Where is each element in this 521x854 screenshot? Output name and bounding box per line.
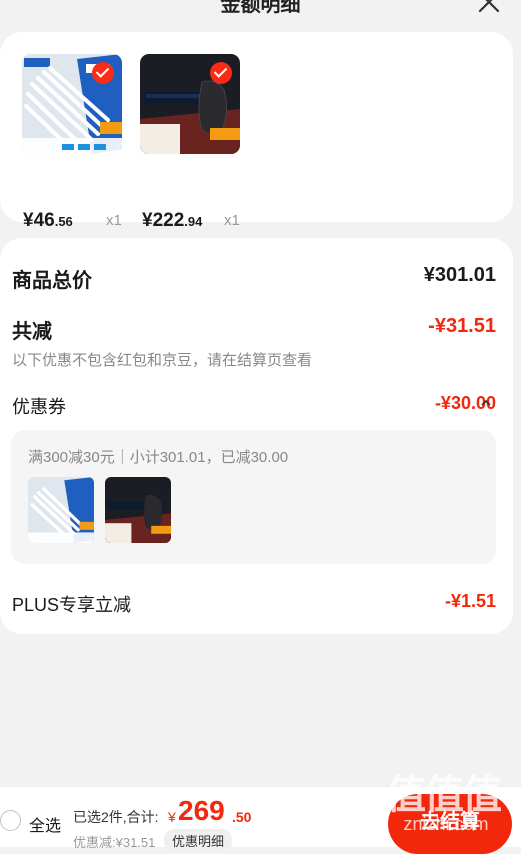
selected-count-text: 已选2件,合计: (73, 809, 159, 825)
discount-detail-button[interactable]: 优惠明细 (164, 829, 233, 852)
coupon-label: 优惠券 (12, 397, 66, 417)
plus-value: -¥1.51 (444, 591, 496, 611)
product-quantity: x1 (224, 212, 240, 229)
total-label: 商品总价 (12, 270, 92, 292)
discount-label: 共减 (12, 321, 52, 343)
selected-check-icon (210, 62, 232, 84)
coupon-product-thumbnail (28, 477, 94, 543)
select-all-radio[interactable] (0, 810, 21, 831)
header-title: 金额明细 (220, 0, 301, 16)
product-thumbnail-mouse[interactable] (140, 54, 240, 154)
final-total: 269 (178, 795, 225, 826)
close-icon[interactable] (475, 0, 503, 16)
coupon-detail-text: 满300减30元｜小计301.01，已减30.00 (28, 449, 289, 466)
product-quantity: x1 (106, 212, 122, 229)
final-total-cents: .50 (232, 809, 252, 825)
chevron-up-icon[interactable] (480, 397, 492, 409)
watermark-url: znizhi.com (403, 814, 489, 834)
product-card: ¥46.56 x1 ¥222.94 x1 (0, 32, 513, 231)
coupon-product-thumbnail (105, 477, 171, 543)
selected-check-icon (92, 62, 114, 84)
coupon-detail-box: 满300减30元｜小计301.01，已减30.00 (11, 430, 496, 564)
total-value: ¥301.01 (423, 264, 496, 286)
select-all-label[interactable]: 全选 (29, 812, 61, 836)
discount-note: 以下优惠不包含红包和京豆，请在结算页查看 (12, 352, 313, 369)
product-price: ¥46.56 (23, 210, 73, 231)
product-price: ¥222.94 (142, 210, 203, 231)
product-thumbnail-straws[interactable] (22, 54, 122, 154)
discount-value: -¥31.51 (428, 315, 496, 337)
total-currency: ¥ (168, 809, 176, 825)
watermark-logo: 值值值 (386, 773, 502, 817)
plus-label: PLUS专享立减 (12, 595, 132, 615)
